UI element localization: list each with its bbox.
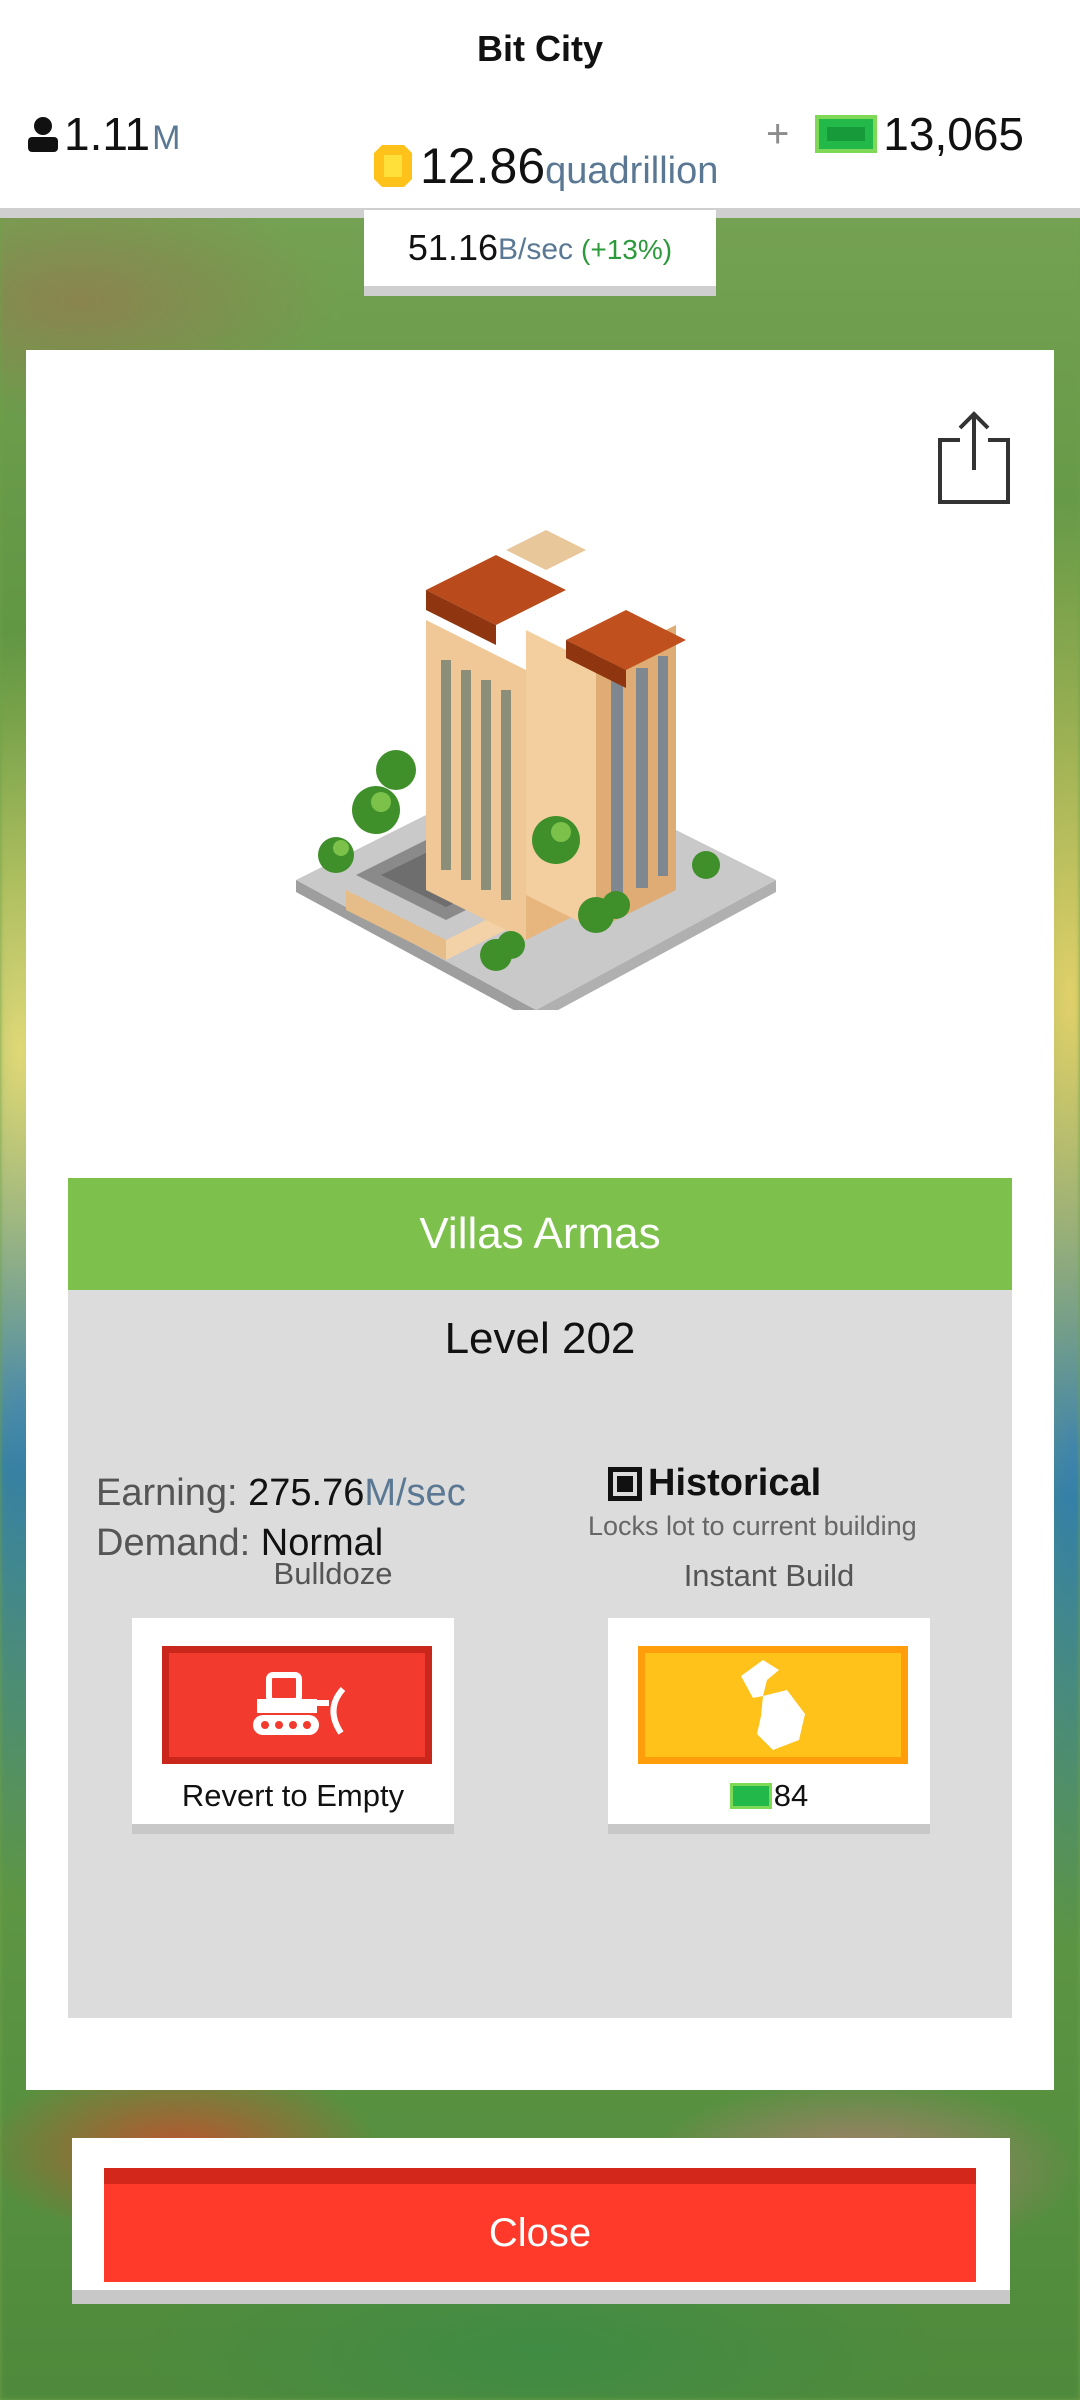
rate-unit: B/sec [498,233,574,266]
checkbox-icon[interactable] [608,1466,642,1501]
coin-icon [374,145,412,187]
bulldozer-icon [253,1672,346,1735]
close-container: Close [72,2138,1010,2304]
status-bar: Bit City 1.11 M 12.86 quadrillion + 13,0… [0,0,1080,218]
cash-display: + 13,065 [766,102,1024,166]
earning-value: 275.76 [248,1472,365,1514]
population-display: 1.11 M [26,104,180,164]
earning-row: Earning: 275.76M/sec [96,1468,466,1518]
person-icon [28,117,58,152]
historical-desc: Locks lot to current building [588,1511,917,1541]
historical-row[interactable]: Historical [588,1462,988,1505]
bulldoze-label: Bulldoze [273,1556,393,1591]
instant-cost-value: 84 [773,1778,809,1813]
coins-display: 12.86 quadrillion [372,132,718,200]
rate-value: 51.16 [407,227,498,268]
population-unit: M [152,118,181,157]
earning-unit: M/sec [364,1472,466,1514]
share-icon[interactable] [934,406,1014,506]
instant-build-button[interactable]: 84 [608,1618,930,1834]
building-name: Villas Armas [68,1178,1012,1290]
cash-icon [729,1783,772,1809]
historical-title: Historical [648,1462,822,1504]
population-value: 1.11 [64,108,151,160]
app-title: Bit City [477,28,603,69]
cash-value: 13,065 [883,108,1024,160]
coins-value: 12.86 [420,138,546,194]
instant-build-cost: 84 [608,1778,930,1814]
income-rate-tab: 51.16 B/sec (+13%) [364,210,716,296]
coins-unit: quadrillion [545,149,719,192]
earning-label: Earning: [96,1472,238,1514]
bulldoze-sub: Revert to Empty [181,1778,405,1813]
bulldoze-action[interactable] [162,1646,432,1764]
cash-icon [815,115,878,153]
hammer-icon [741,1660,805,1750]
building-info: Villas Armas Level 202 Earning: 275.76M/… [68,1178,1012,2018]
building-illustration [296,530,776,1010]
instant-build-label: Instant Build [683,1558,855,1593]
instant-build-action[interactable] [638,1646,908,1764]
building-level: Level 202 [444,1314,636,1363]
building-panel: Villas Armas Level 202 Earning: 275.76M/… [26,350,1054,2090]
bulldoze-button[interactable]: Revert to Empty [132,1618,454,1834]
buy-cash-button[interactable]: + [766,112,789,157]
close-button[interactable]: Close [104,2168,976,2282]
rate-change: (+13%) [581,234,673,265]
historical-toggle[interactable]: Historical Locks lot to current building [588,1462,988,1542]
building-stats: Earning: 275.76M/sec Demand: Normal [96,1468,466,1568]
